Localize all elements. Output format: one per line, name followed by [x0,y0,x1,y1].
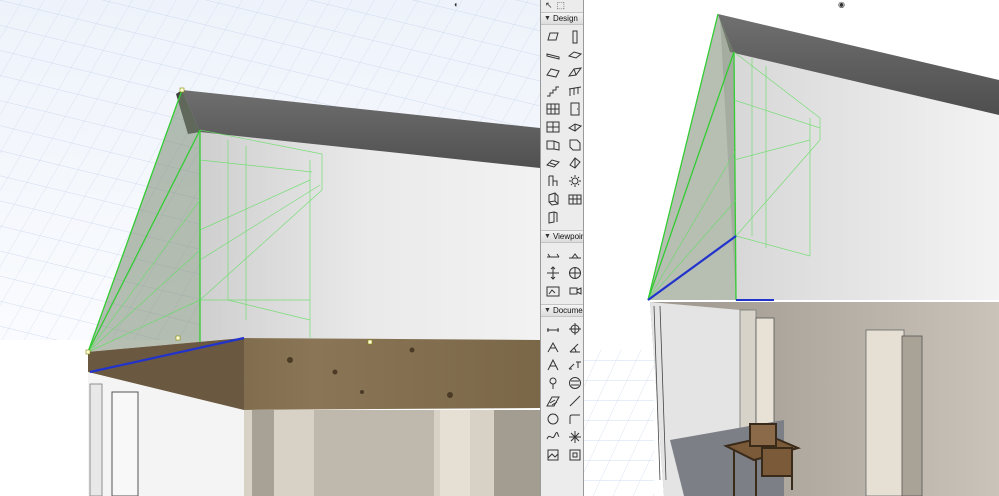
spline-icon[interactable] [543,429,563,445]
fill-icon[interactable] [543,393,563,409]
wall-end-icon[interactable] [565,137,583,153]
camera-icon[interactable] [565,283,583,299]
toolbox-palette: ↖ ⬚ ▼ Design ▼ Viewpoin ▼ Docume [540,0,584,496]
corner-window-icon[interactable] [543,137,563,153]
group-label-design: Design [552,14,578,23]
spot-icon[interactable] [543,375,563,391]
label-icon[interactable] [565,357,583,373]
dimension-icon[interactable] [543,321,563,337]
collapse-triangle-icon: ▼ [544,307,551,314]
shell-icon[interactable] [565,65,583,81]
object-icon[interactable] [543,173,563,189]
collapse-triangle-icon: ▼ [544,15,551,22]
group-header-design[interactable]: ▼ Design [541,12,583,25]
3d-scene-left [0,0,540,496]
slab-icon[interactable] [565,47,583,63]
group-header-document[interactable]: ▼ Documen [541,304,583,317]
elevation-icon[interactable] [565,247,583,263]
curtain-wall-icon[interactable] [543,101,563,117]
stair-icon[interactable] [543,83,563,99]
column-icon[interactable] [565,29,583,45]
eye-icon[interactable]: ◉ [838,0,845,10]
3d-viewport-left[interactable] [0,0,540,496]
skylight-icon[interactable] [565,119,583,135]
mesh-icon[interactable] [543,155,563,171]
drawing-icon[interactable] [565,447,583,463]
window-icon[interactable] [543,119,563,135]
detail-icon[interactable] [543,283,563,299]
lamp-icon[interactable] [565,173,583,189]
polyline-icon[interactable] [565,411,583,427]
worksheet-icon[interactable] [565,265,583,281]
toolbox-top-row: ↖ ⬚ [541,0,583,10]
angle-dimension-icon[interactable] [565,339,583,355]
group-label-document: Documen [552,306,583,315]
interior-elevation-icon[interactable] [543,265,563,281]
change-icon[interactable] [565,375,583,391]
wall-icon[interactable] [543,29,563,45]
zone-icon[interactable] [565,155,583,171]
hotspot-icon[interactable] [565,429,583,445]
roof-icon[interactable] [543,65,563,81]
curtain-panel-icon[interactable] [565,191,583,207]
door-icon[interactable] [565,101,583,117]
marquee-icon[interactable]: ⬚ [557,0,566,10]
column-frame-icon[interactable] [543,209,563,225]
railing-icon[interactable] [565,83,583,99]
arrow-select-icon[interactable]: ↖ [545,0,553,10]
3d-scene-right [584,0,999,496]
tool-grid-viewpoint [541,245,583,302]
morph-icon[interactable] [543,191,563,207]
beam-icon[interactable] [543,47,563,63]
3d-viewport-right[interactable]: ◉ [584,0,999,496]
level-dimension-icon[interactable] [565,321,583,337]
text-icon[interactable] [543,357,563,373]
line-icon[interactable] [565,393,583,409]
radial-dimension-icon[interactable] [543,339,563,355]
group-header-viewpoint[interactable]: ▼ Viewpoin [541,230,583,243]
tool-grid-design [541,27,583,228]
group-label-viewpoint: Viewpoin [552,232,583,241]
circle-icon[interactable] [543,411,563,427]
collapse-triangle-icon: ▼ [544,233,551,240]
section-icon[interactable] [543,247,563,263]
orbit-icon[interactable]: ◐ [454,0,459,10]
figure-icon[interactable] [543,447,563,463]
tool-grid-document [541,319,583,466]
